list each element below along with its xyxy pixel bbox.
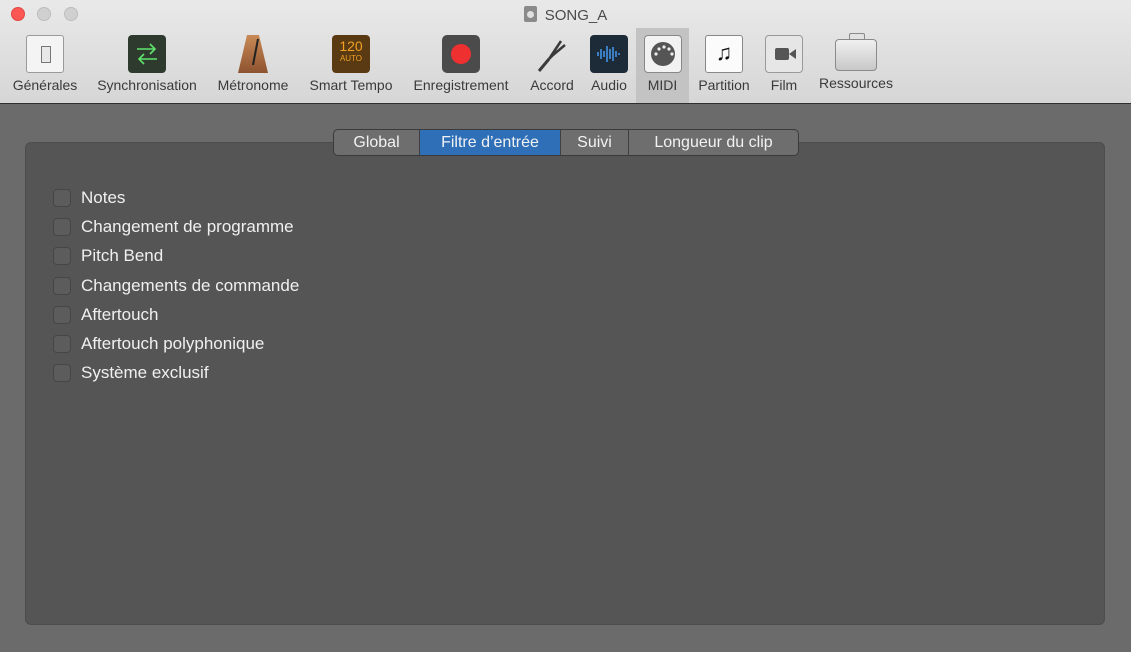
tab-filtre-entree[interactable]: Filtre d’entrée xyxy=(420,130,561,155)
toolbar-item-label: Accord xyxy=(530,77,574,93)
checkbox[interactable] xyxy=(53,335,71,354)
tempo-value: 120 xyxy=(339,38,363,54)
tab-longueur-du-clip[interactable]: Longueur du clip xyxy=(629,130,798,155)
preferences-toolbar: Générales Synchronisation Métronome 120 … xyxy=(0,28,1131,104)
toolbar-item-smart-tempo[interactable]: 120 AUTO Smart Tempo xyxy=(301,28,401,103)
general-switch-icon xyxy=(26,35,64,73)
toolbar-item-label: Métronome xyxy=(217,77,289,93)
checkbox[interactable] xyxy=(53,276,71,295)
midi-tabs: Global Filtre d’entrée Suivi Longueur du… xyxy=(333,129,799,156)
filter-notes[interactable]: Notes xyxy=(53,183,299,212)
filter-changements-de-commande[interactable]: Changements de commande xyxy=(53,271,299,300)
record-icon xyxy=(442,35,480,73)
music-note-icon: ♫ xyxy=(705,35,743,73)
briefcase-icon xyxy=(835,33,877,71)
checkbox-label: Aftertouch polyphonique xyxy=(81,334,265,354)
toolbar-item-label: Enregistrement xyxy=(413,77,509,93)
checkbox[interactable] xyxy=(53,217,71,236)
checkbox[interactable] xyxy=(53,364,71,383)
tuning-fork-icon xyxy=(533,35,571,73)
window-title-text: SONG_A xyxy=(544,7,608,24)
video-camera-icon xyxy=(765,35,803,73)
filter-pitch-bend[interactable]: Pitch Bend xyxy=(53,242,299,271)
filter-systeme-exclusif[interactable]: Système exclusif xyxy=(53,359,299,388)
toolbar-item-label: Ressources xyxy=(819,75,893,91)
toolbar-item-midi[interactable]: MIDI xyxy=(636,28,689,103)
preferences-window: SONG_A Générales Synchronisation Métrono… xyxy=(0,0,1131,652)
input-filter-list: Notes Changement de programme Pitch Bend… xyxy=(53,183,299,388)
filter-aftertouch[interactable]: Aftertouch xyxy=(53,300,299,329)
midi-connector-icon xyxy=(643,35,682,73)
tab-suivi[interactable]: Suivi xyxy=(561,130,629,155)
toolbar-item-label: Générales xyxy=(12,77,78,93)
sync-arrows-icon xyxy=(128,35,166,73)
checkbox-label: Aftertouch xyxy=(81,304,159,324)
checkbox[interactable] xyxy=(53,188,71,207)
toolbar-item-label: Smart Tempo xyxy=(309,77,393,93)
window-title: SONG_A xyxy=(0,6,1131,25)
filter-aftertouch-polyphonique[interactable]: Aftertouch polyphonique xyxy=(53,329,299,358)
toolbar-item-label: Synchronisation xyxy=(97,77,197,93)
checkbox-label: Notes xyxy=(81,187,126,207)
toolbar-item-metronome[interactable]: Métronome xyxy=(211,28,295,103)
toolbar-item-generales[interactable]: Générales xyxy=(5,28,85,103)
audio-waveform-icon xyxy=(590,35,628,73)
checkbox-label: Changements de commande xyxy=(81,275,300,295)
toolbar-item-partition[interactable]: ♫ Partition xyxy=(692,28,756,103)
checkbox[interactable] xyxy=(53,247,71,266)
toolbar-item-audio[interactable]: Audio xyxy=(585,28,633,103)
toolbar-item-enregistrement[interactable]: Enregistrement xyxy=(405,28,517,103)
checkbox-label: Système exclusif xyxy=(81,363,209,383)
toolbar-item-synchronisation[interactable]: Synchronisation xyxy=(89,28,205,103)
smart-tempo-icon: 120 AUTO xyxy=(332,35,370,73)
checkbox-label: Pitch Bend xyxy=(81,246,164,266)
checkbox-label: Changement de programme xyxy=(81,216,294,236)
filter-changement-de-programme[interactable]: Changement de programme xyxy=(53,212,299,241)
document-icon xyxy=(523,6,537,22)
metronome-icon xyxy=(238,35,268,73)
title-bar: SONG_A Générales Synchronisation Métrono… xyxy=(0,0,1131,104)
tab-global[interactable]: Global xyxy=(334,130,420,155)
checkbox[interactable] xyxy=(53,305,71,324)
toolbar-item-film[interactable]: Film xyxy=(761,28,807,103)
tempo-sub: AUTO xyxy=(339,54,363,63)
toolbar-item-accord[interactable]: Accord xyxy=(522,28,582,103)
toolbar-item-label: MIDI xyxy=(647,77,678,93)
toolbar-item-label: Audio xyxy=(591,77,627,93)
toolbar-item-ressources[interactable]: Ressources xyxy=(813,28,899,103)
toolbar-item-label: Film xyxy=(770,77,798,93)
toolbar-item-label: Partition xyxy=(698,77,750,93)
